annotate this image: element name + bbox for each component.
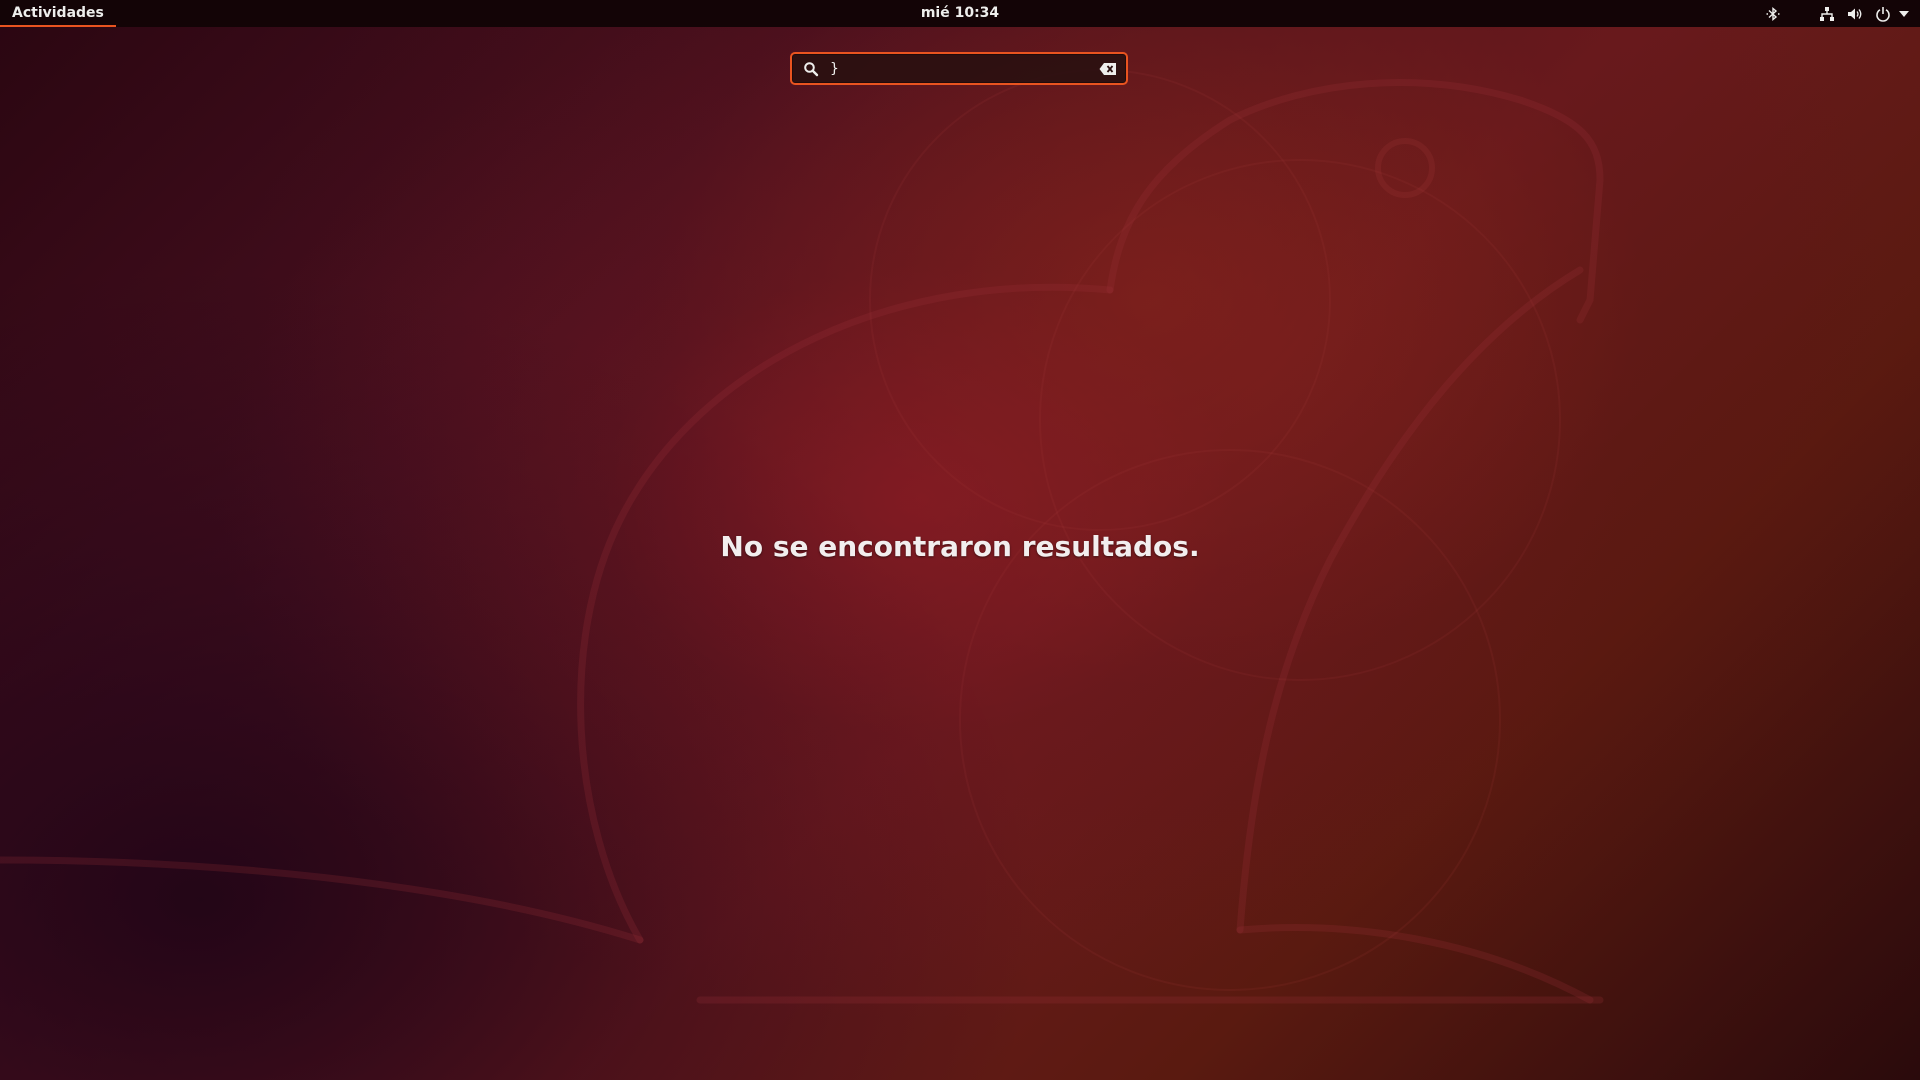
search-box[interactable] <box>790 52 1128 85</box>
bluetooth-icon[interactable] <box>1764 5 1782 23</box>
system-tray[interactable] <box>1754 0 1910 27</box>
top-bar: Actividades mié 10:34 <box>0 0 1920 27</box>
activities-button[interactable]: Actividades <box>0 0 116 27</box>
volume-icon[interactable] <box>1846 5 1864 23</box>
search-input[interactable] <box>830 57 1080 80</box>
menu-arrow-icon[interactable] <box>1898 5 1910 23</box>
network-icon[interactable] <box>1818 5 1836 23</box>
power-icon[interactable] <box>1874 5 1892 23</box>
no-results-message: No se encontraron resultados. <box>720 530 1200 563</box>
clear-text-icon[interactable] <box>1099 62 1117 76</box>
search-icon <box>804 62 819 77</box>
clock[interactable]: mié 10:34 <box>860 0 1060 27</box>
